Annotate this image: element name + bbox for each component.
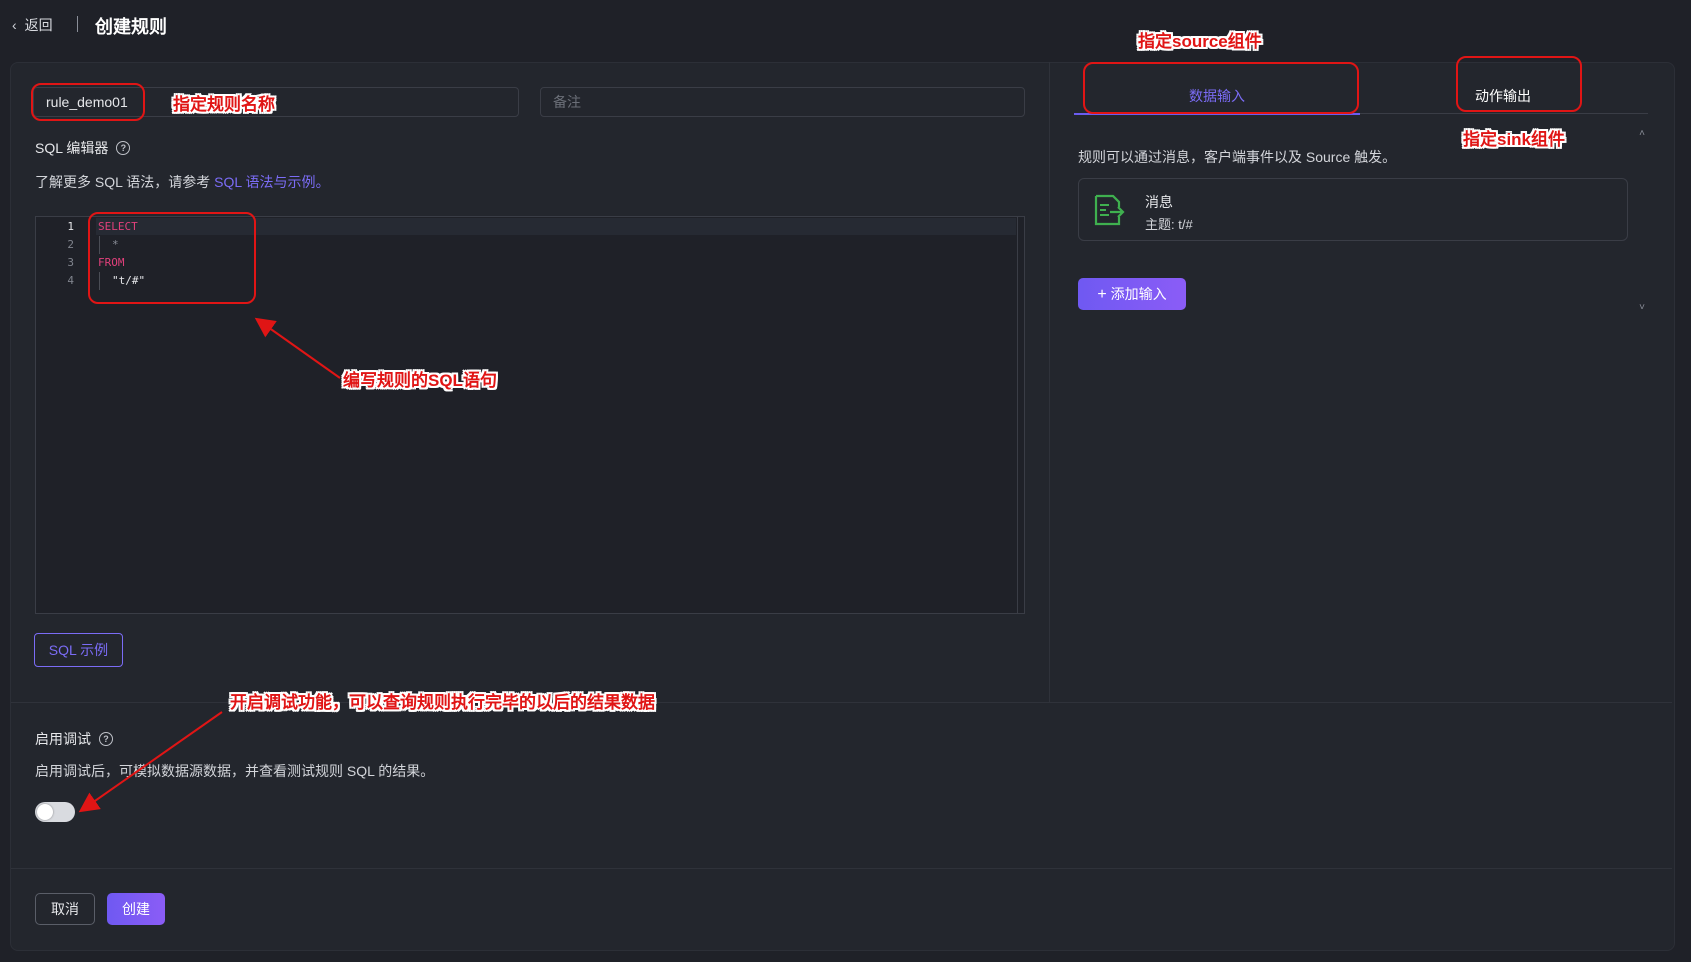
line-number: 4 xyxy=(67,274,74,287)
rule-name-input[interactable]: rule_demo01 xyxy=(33,87,519,117)
create-button[interactable]: 创建 xyxy=(107,893,165,925)
message-input-icon xyxy=(1094,194,1125,226)
source-card[interactable]: 消息 主题: t/# xyxy=(1078,178,1628,241)
source-sink-tabs: 数据输入 动作输出 xyxy=(1074,78,1648,115)
add-input-label: 添加输入 xyxy=(1110,286,1167,302)
annotation-rule-name: 指定规则名称 xyxy=(173,95,275,114)
title-separator xyxy=(77,16,78,32)
question-circle-icon[interactable]: ? xyxy=(99,732,113,746)
indent-guide xyxy=(99,236,100,254)
active-line-highlight xyxy=(96,218,1016,235)
page-title: 创建规则 xyxy=(95,17,167,37)
chevron-left-icon: ‹ xyxy=(12,17,17,33)
code-text: SELECT xyxy=(98,220,138,233)
chevron-up-icon[interactable]: ˄ xyxy=(1636,128,1648,140)
plus-icon: + xyxy=(1097,286,1107,303)
editor-scrollbar[interactable] xyxy=(1017,217,1018,613)
line-number: 1 xyxy=(67,220,74,233)
sql-code-editor[interactable]: 1 SELECT 2 * 3 FROM 4 "t/#" xyxy=(35,216,1025,614)
note-input[interactable]: 备注 xyxy=(540,87,1025,117)
cancel-button[interactable]: 取消 xyxy=(35,893,95,925)
sql-syntax-link[interactable]: SQL 语法与示例 xyxy=(214,174,315,190)
question-circle-icon[interactable]: ? xyxy=(116,141,131,155)
code-text: FROM xyxy=(98,256,125,269)
indent-guide xyxy=(99,272,100,290)
sql-example-button[interactable]: SQL 示例 xyxy=(34,633,123,667)
line-number: 2 xyxy=(67,238,74,251)
debug-label: 启用调试 ? xyxy=(35,729,113,749)
sql-editor-label-text: SQL 编辑器 xyxy=(35,140,109,156)
annotation-sink: 指定sink组件 xyxy=(1463,130,1566,149)
active-tab-indicator xyxy=(1074,113,1360,115)
line-number: 3 xyxy=(67,256,74,269)
toggle-knob xyxy=(37,804,53,820)
debug-toggle[interactable] xyxy=(35,802,75,822)
code-text: * xyxy=(112,238,119,251)
footer-divider xyxy=(11,868,1672,869)
back-button[interactable]: ‹ 返回 xyxy=(12,15,53,35)
add-input-button[interactable]: + 添加输入 xyxy=(1078,278,1186,310)
source-name: 消息 xyxy=(1145,194,1173,210)
column-divider xyxy=(1049,62,1050,702)
back-label: 返回 xyxy=(24,17,53,33)
source-topic: 主题: t/# xyxy=(1145,217,1193,232)
tab-data-input[interactable]: 数据输入 xyxy=(1189,86,1245,106)
sql-hint-suffix: 。 xyxy=(315,174,330,190)
top-bar: ‹ 返回 创建规则 xyxy=(0,0,1691,50)
debug-label-text: 启用调试 xyxy=(35,731,91,747)
annotation-source: 指定source组件 xyxy=(1138,32,1262,51)
tab-action-output[interactable]: 动作输出 xyxy=(1475,86,1531,106)
input-description: 规则可以通过消息，客户端事件以及 Source 触发。 xyxy=(1078,149,1397,165)
sql-hint-prefix: 了解更多 SQL 语法，请参考 xyxy=(35,174,215,190)
annotation-debug: 开启调试功能，可以查询规则执行完毕的以后的结果数据 xyxy=(230,693,655,712)
code-text: "t/#" xyxy=(112,274,146,287)
chevron-down-icon[interactable]: ˅ xyxy=(1636,302,1648,314)
sql-editor-label: SQL 编辑器 ? xyxy=(35,138,131,158)
annotation-sql: 编写规则的SQL语句 xyxy=(343,371,497,390)
sql-hint: 了解更多 SQL 语法，请参考 SQL 语法与示例。 xyxy=(35,172,330,192)
debug-description: 启用调试后，可模拟数据源数据，并查看测试规则 SQL 的结果。 xyxy=(35,763,435,779)
right-panel-scrollbar[interactable]: ˄ ˅ xyxy=(1636,128,1648,314)
